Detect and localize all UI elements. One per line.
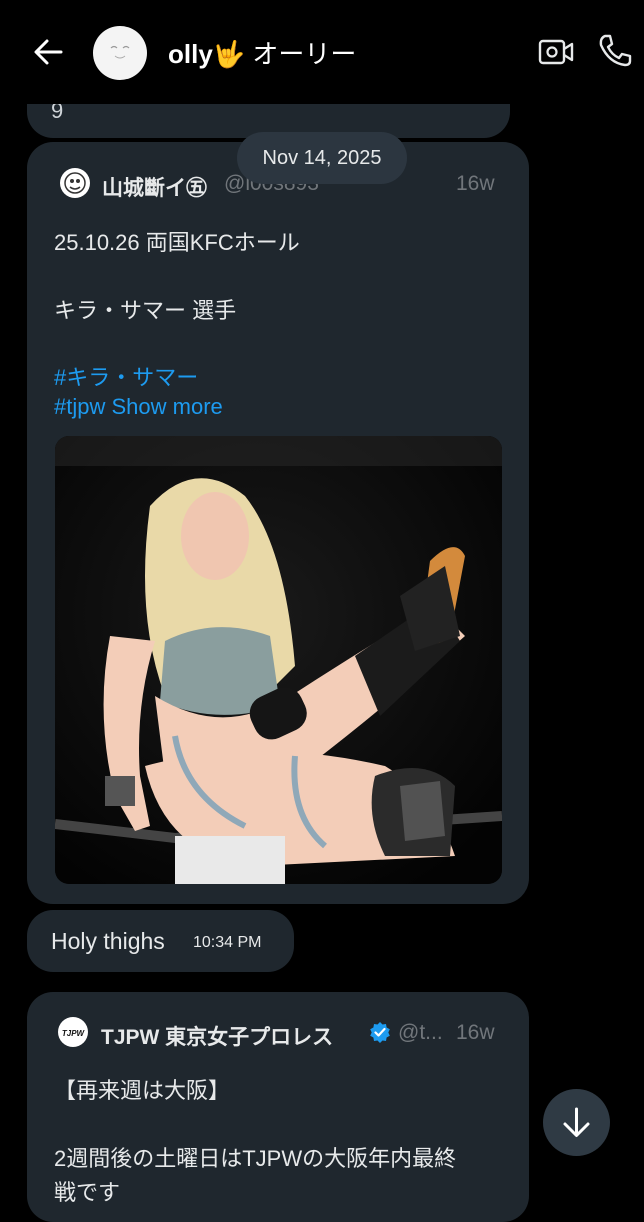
verified-badge-icon xyxy=(370,1022,390,1043)
author-avatar-icon xyxy=(64,172,86,194)
scroll-to-bottom-button[interactable] xyxy=(543,1089,610,1156)
tweet-author-avatar[interactable] xyxy=(60,168,90,198)
arrow-down-icon xyxy=(563,1107,590,1137)
contact-name-japanese: オーリー xyxy=(252,39,357,69)
tweet-text-line: キラ・サマー 選手 xyxy=(54,298,237,323)
tweet-hashtag[interactable]: #tjpw xyxy=(54,394,105,419)
contact-name[interactable]: olly🤟 オーリー xyxy=(168,34,356,71)
tjpw-logo-icon: TJPW xyxy=(62,1029,86,1038)
contact-name-latin: olly xyxy=(168,39,213,69)
avatar-face-icon xyxy=(110,45,130,59)
tweet-hashtag-and-show-more[interactable]: #tjpw Show more xyxy=(54,394,223,420)
tweet-author-handle[interactable]: @t... xyxy=(398,1021,450,1045)
back-arrow-icon[interactable] xyxy=(28,32,68,72)
phone-call-icon[interactable] xyxy=(594,30,634,70)
video-call-icon[interactable] xyxy=(536,32,576,72)
tweet-text-line: 【再来週は大阪】 xyxy=(54,1078,231,1103)
tweet-author-name[interactable]: 山城斷イ㊄ xyxy=(102,172,207,202)
show-more-link[interactable]: Show more xyxy=(111,394,222,419)
tweet-text-line: 戦です xyxy=(54,1180,121,1205)
message-timestamp: 10:34 PM xyxy=(193,934,262,951)
tjpw-logo-text: TJPW xyxy=(62,1029,86,1038)
tweet-text-line: 25.10.26 両国KFCホール xyxy=(54,230,300,255)
wrestler-photo-illustration xyxy=(55,436,502,884)
tweet-text-line: 2週間後の土曜日はTJPWの大阪年内最終 xyxy=(54,1146,457,1171)
contact-name-emoji: 🤟 xyxy=(212,39,246,69)
tweet-hashtag[interactable]: #キラ・サマー xyxy=(54,360,198,392)
tweet-age: 16w xyxy=(456,1021,495,1044)
tweet-age: 16w xyxy=(456,172,495,195)
contact-avatar[interactable] xyxy=(93,26,147,80)
tweet-author-name[interactable]: TJPW 東京女子プロレス xyxy=(101,1021,333,1051)
message-text: Holy thighs xyxy=(51,928,165,954)
tweet-photo[interactable] xyxy=(55,436,502,884)
sent-message-bubble[interactable]: Holy thighs 10:34 PM xyxy=(27,910,294,972)
conversation-header: olly🤟 オーリー xyxy=(0,0,644,104)
date-separator: Nov 14, 2025 xyxy=(237,132,407,184)
tweet-author-avatar[interactable]: TJPW xyxy=(58,1017,88,1047)
